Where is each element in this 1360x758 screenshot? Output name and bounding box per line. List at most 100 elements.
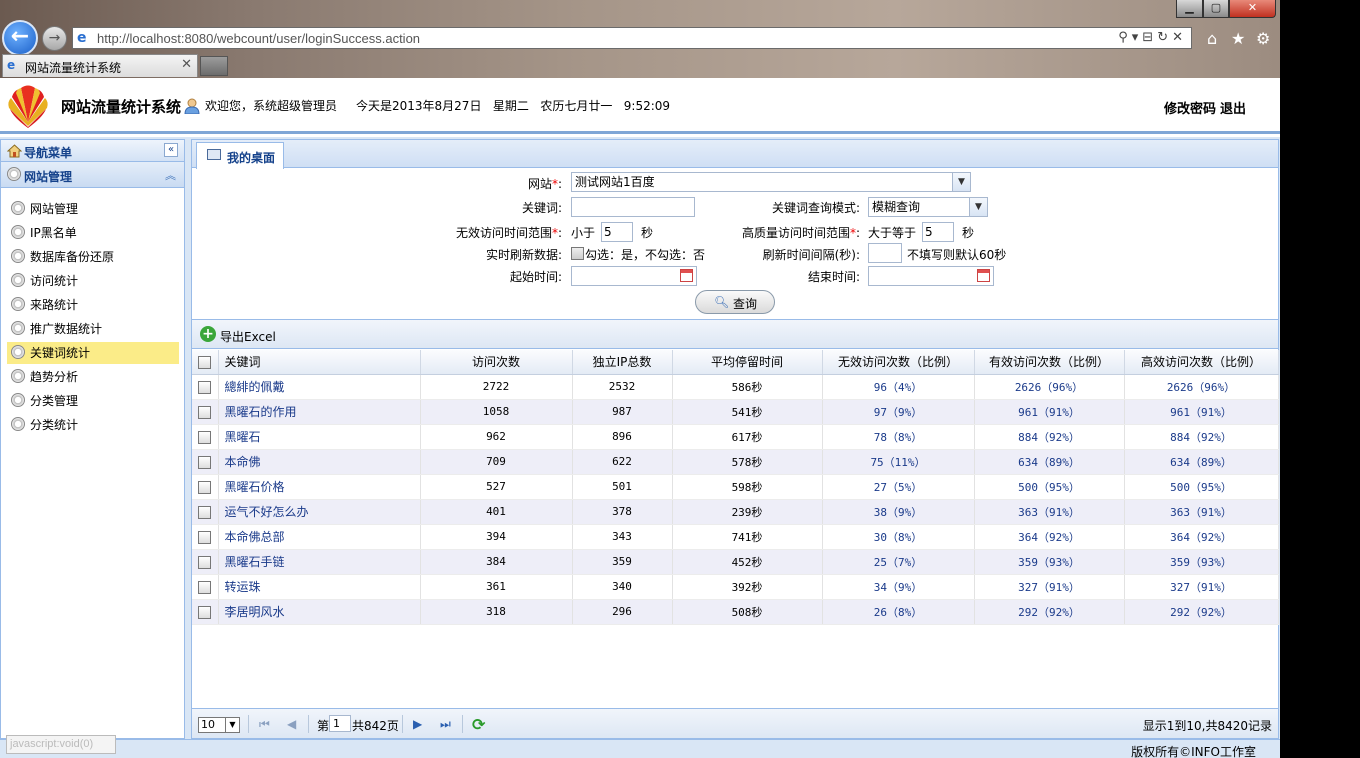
table-row[interactable]: 黑曜石 962 896 617秒 78（8%） 884（92%） 884（92%） (192, 424, 1279, 450)
row-checkbox[interactable] (198, 380, 212, 394)
realtime-checkbox[interactable] (571, 247, 584, 260)
sidebar-item-trend-analysis[interactable]: 趋势分析 (7, 366, 179, 388)
end-time-input[interactable] (868, 266, 994, 286)
next-page-icon[interactable]: ▶ (413, 717, 422, 731)
chevron-down-icon[interactable]: ▼ (225, 718, 239, 732)
row-checkbox[interactable] (198, 605, 212, 619)
row-checkbox[interactable] (198, 580, 212, 594)
keyword-cell[interactable]: 黑曜石价格 (218, 474, 421, 500)
row-checkbox[interactable] (198, 555, 212, 569)
minimize-button[interactable]: ▁ (1176, 0, 1203, 18)
logout-link[interactable]: 退出 (1220, 98, 1246, 117)
chevron-down-icon[interactable]: ▼ (969, 198, 987, 216)
collapse-sidebar-icon[interactable]: « (164, 143, 178, 157)
sidebar-item-site-management[interactable]: 网站管理 (7, 198, 179, 220)
address-bar[interactable]: e http://localhost:8080/webcount/user/lo… (72, 27, 1192, 49)
refresh-icon[interactable]: ↻ (1157, 30, 1172, 45)
row-checkbox[interactable] (198, 430, 212, 444)
chevron-up-icon[interactable]: ︽ (165, 167, 176, 183)
url-text[interactable]: http://localhost:8080/webcount/user/logi… (97, 31, 420, 46)
sidebar-item-visit-stats[interactable]: 访问统计 (7, 270, 179, 292)
keyword-cell[interactable]: 黑曜石 (218, 424, 421, 450)
tab-my-desktop[interactable]: 我的桌面 (196, 142, 284, 169)
table-row[interactable]: 總緋的佩戴 2722 2532 586秒 96（4%） 2626（96%） 2626（96%… (192, 374, 1279, 400)
keyword-cell[interactable]: 运气不好怎么办 (218, 499, 421, 525)
row-checkbox[interactable] (198, 405, 212, 419)
compat-icon[interactable]: ⊟ (1142, 30, 1157, 45)
add-plus-icon[interactable]: + (200, 326, 216, 342)
page-number-input[interactable]: 1 (329, 715, 351, 732)
calendar-icon[interactable] (680, 269, 693, 282)
invalid-seconds-input[interactable]: 5 (601, 222, 633, 242)
stop-icon[interactable]: ✕ (1172, 30, 1187, 45)
table-row[interactable]: 黑曜石的作用 1058 987 541秒 97（9%） 961（91%） 961（91%） (192, 399, 1279, 425)
table-row[interactable]: 运气不好怎么办 401 378 239秒 38（9%） 363（91%） 363（91%） (192, 499, 1279, 525)
keyword-cell[interactable]: 李居明风水 (218, 599, 421, 625)
row-checkbox[interactable] (198, 530, 212, 544)
export-excel-button[interactable]: 导出Excel (220, 328, 276, 345)
site-select[interactable]: 测试网站1百度 ▼ (571, 172, 971, 192)
tab-close-icon[interactable]: ✕ (181, 57, 192, 72)
query-button[interactable]: 🔍︎ 查询 (695, 290, 775, 314)
maximize-button[interactable]: ▢ (1203, 0, 1229, 18)
column-header[interactable]: 无效访问次数（比例） (822, 350, 975, 375)
mode-select[interactable]: 模糊查询 ▼ (868, 197, 988, 217)
interval-input[interactable] (868, 243, 902, 263)
forward-button[interactable]: → (42, 26, 67, 51)
row-select-cell (192, 574, 219, 600)
sidebar-item-keyword-stats[interactable]: 关键词统计 (7, 342, 179, 364)
search-icon[interactable]: ⚲ (1118, 30, 1132, 45)
hq-seconds-input[interactable]: 5 (922, 222, 954, 242)
back-button[interactable]: ← (2, 20, 38, 56)
keyword-cell[interactable]: 本命佛总部 (218, 524, 421, 550)
last-page-icon[interactable]: ⏭ (440, 717, 451, 732)
home-icon[interactable]: ⌂ (1207, 29, 1217, 48)
keyword-cell[interactable]: 黑曜石的作用 (218, 399, 421, 425)
sidebar-item-db-backup[interactable]: 数据库备份还原 (7, 246, 179, 268)
table-row[interactable]: 黑曜石手链 384 359 452秒 25（7%） 359（93%） 359（93%） (192, 549, 1279, 575)
calendar-icon[interactable] (977, 269, 990, 282)
address-controls[interactable]: ⚲▾⊟↻✕ (1118, 30, 1187, 45)
keyword-cell[interactable]: 转运珠 (218, 574, 421, 600)
column-header[interactable]: 独立IP总数 (572, 350, 673, 375)
keyword-cell[interactable]: 黑曜石手链 (218, 549, 421, 575)
first-page-icon[interactable]: ⏮ (259, 717, 270, 732)
record-info: 显示1到10,共8420记录 (1142, 719, 1272, 733)
table-row[interactable]: 本命佛总部 394 343 741秒 30（8%） 364（92%） 364（92%） (192, 524, 1279, 550)
table-row[interactable]: 转运珠 361 340 392秒 34（9%） 327（91%） 327（91%） (192, 574, 1279, 600)
keyword-cell[interactable]: 本命佛 (218, 449, 421, 475)
column-header[interactable]: 访问次数 (420, 350, 573, 375)
favorites-star-icon[interactable]: ★ (1231, 29, 1245, 48)
row-checkbox[interactable] (198, 505, 212, 519)
row-checkbox[interactable] (198, 480, 212, 494)
page-size-select[interactable]: 10 ▼ (198, 717, 240, 733)
table-row[interactable]: 黑曜石价格 527 501 598秒 27（5%） 500（95%） 500（95%） (192, 474, 1279, 500)
new-tab-button[interactable] (200, 56, 228, 76)
table-row[interactable]: 李居明风水 318 296 508秒 26（8%） 292（92%） 292（92%） (192, 599, 1279, 625)
refresh-icon[interactable]: ⟳ (472, 715, 485, 734)
keyword-cell[interactable]: 總緋的佩戴 (218, 374, 421, 400)
site-management-group-header[interactable]: 网站管理 ︽ (1, 162, 184, 188)
keyword-input[interactable] (571, 197, 695, 217)
sidebar-item-referrer-stats[interactable]: 来路统计 (7, 294, 179, 316)
column-header[interactable]: 关键词 (218, 350, 421, 375)
column-header[interactable]: 高效访问次数（比例） (1124, 350, 1279, 375)
table-row[interactable]: 本命佛 709 622 578秒 75（11%） 634（89%） 634（89%） (192, 449, 1279, 475)
select-all-checkbox[interactable] (198, 355, 212, 369)
column-header[interactable]: 有效访问次数（比例） (974, 350, 1125, 375)
change-password-link[interactable]: 修改密码 (1164, 98, 1216, 117)
valid-visits-cell: 500（95%） (974, 474, 1125, 500)
sidebar-item-category-stats[interactable]: 分类统计 (7, 414, 179, 436)
row-checkbox[interactable] (198, 455, 212, 469)
prev-page-icon[interactable]: ◀ (287, 717, 296, 731)
column-header[interactable]: 平均停留时间 (672, 350, 823, 375)
close-window-button[interactable]: ✕ (1229, 0, 1276, 18)
start-time-input[interactable] (571, 266, 697, 286)
chevron-down-icon[interactable]: ▼ (952, 173, 970, 191)
sidebar-item-category-management[interactable]: 分类管理 (7, 390, 179, 412)
tools-gear-icon[interactable]: ⚙ (1256, 29, 1270, 48)
gear-icon (11, 225, 25, 239)
sidebar-item-ip-blacklist[interactable]: IP黑名单 (7, 222, 179, 244)
browser-tab[interactable]: e 网站流量统计系统 ✕ (2, 54, 198, 77)
sidebar-item-promotion-stats[interactable]: 推广数据统计 (7, 318, 179, 340)
